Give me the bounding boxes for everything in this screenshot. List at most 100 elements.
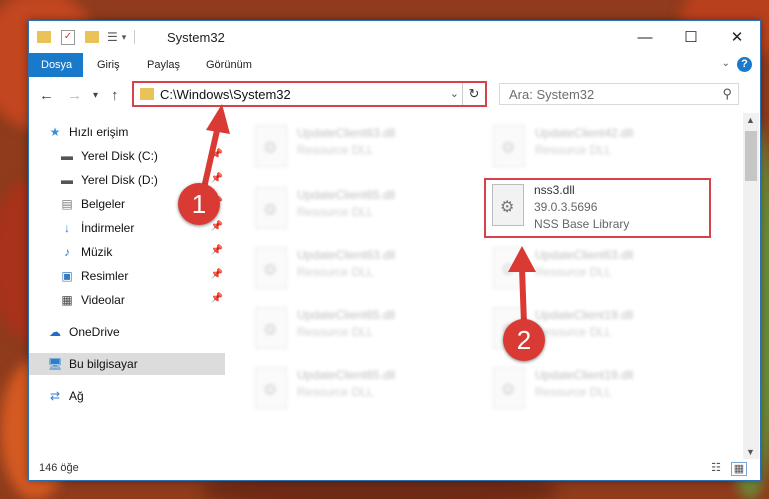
scroll-up-icon[interactable]: ▲	[746, 115, 755, 125]
nav-item-quick-access[interactable]: ★ Hızlı erişim	[29, 121, 225, 143]
document-icon: ▤	[61, 197, 73, 211]
nav-item-label: Hızlı erişim	[69, 125, 129, 139]
file-name: UpdateClient65.dll	[297, 188, 396, 202]
file-name: UpdateClient63.dll	[297, 248, 396, 262]
dll-file-icon	[493, 367, 525, 409]
folder-icon[interactable]	[37, 31, 51, 43]
file-item[interactable]: UpdateClient63.dll Resource DLL	[481, 241, 706, 297]
highlighted-file-nss3[interactable]: nss3.dll 39.0.3.5696 NSS Base Library	[484, 178, 711, 238]
minimize-button[interactable]: —	[622, 21, 668, 53]
drive-icon: ▬	[61, 173, 73, 187]
picture-icon: ▣	[61, 269, 73, 283]
dll-file-icon	[255, 187, 287, 229]
item-count: 146 öğe	[39, 462, 79, 474]
navigation-pane: ★ Hızlı erişim ▬ Yerel Disk (C:) 📌 ▬ Yer…	[29, 113, 225, 463]
back-arrow-icon[interactable]: ←	[39, 87, 54, 104]
step-1-badge: 1	[178, 183, 220, 225]
file-item[interactable]: UpdateClient42.dll Resource DLL	[481, 119, 706, 175]
recent-locations-icon[interactable]: ▾	[93, 90, 98, 101]
search-placeholder: Ara: System32	[509, 87, 595, 102]
new-folder-icon[interactable]	[85, 31, 99, 43]
properties-icon[interactable]: ✓	[61, 29, 75, 45]
file-list: UpdateClient63.dll Resource DLL UpdateCl…	[235, 113, 743, 459]
nav-item-label: Yerel Disk (C:)	[81, 149, 158, 163]
maximize-button[interactable]: ☐	[668, 21, 714, 53]
file-description: Resource DLL	[297, 325, 374, 339]
file-description: Resource DLL	[535, 325, 612, 339]
customize-dropdown-icon[interactable]: ▾	[122, 32, 127, 43]
search-icon[interactable]: ⚲	[722, 86, 732, 102]
video-icon: ▦	[61, 293, 73, 307]
nav-item-label: Yerel Disk (D:)	[81, 173, 158, 187]
nav-item-videos[interactable]: ▦ Videolar 📌	[29, 289, 225, 311]
pin-icon: 📌	[210, 293, 223, 304]
dll-file-icon	[493, 247, 525, 289]
file-description: Resource DLL	[297, 385, 374, 399]
computer-icon: 🖥	[47, 357, 63, 371]
details-view-icon[interactable]: ☷	[709, 462, 723, 474]
close-button[interactable]: ✕	[714, 21, 760, 53]
file-description: Resource DLL	[535, 265, 612, 279]
step-2-badge: 2	[503, 319, 545, 361]
dll-file-icon	[255, 125, 287, 167]
tab-home[interactable]: Giriş	[85, 53, 132, 77]
nav-item-this-pc[interactable]: 🖥 Bu bilgisayar	[29, 353, 225, 375]
dll-file-icon	[255, 247, 287, 289]
ribbon-expand-icon[interactable]: ⌄	[722, 58, 730, 69]
quick-access-toolbar: ✓ ☰ ▾	[37, 29, 136, 45]
file-item[interactable]: UpdateClient65.dll Resource DLL	[243, 181, 468, 237]
separator	[134, 30, 136, 44]
nav-item-drive-c[interactable]: ▬ Yerel Disk (C:) 📌	[29, 145, 225, 167]
up-arrow-icon[interactable]: ↑	[111, 87, 119, 104]
file-item[interactable]: UpdateClient65.dll Resource DLL	[243, 301, 468, 357]
dll-file-icon	[255, 307, 287, 349]
file-item[interactable]: UpdateClient63.dll Resource DLL	[243, 241, 468, 297]
refresh-icon[interactable]: ↻	[462, 83, 485, 105]
scroll-down-icon[interactable]: ▼	[746, 447, 755, 457]
tab-share[interactable]: Paylaş	[135, 53, 192, 77]
file-item[interactable]: UpdateClient63.dll Resource DLL	[243, 119, 468, 175]
pin-icon: 📌	[210, 269, 223, 280]
address-dropdown-icon[interactable]: ⌄	[450, 87, 459, 100]
network-icon: ⇄	[49, 389, 61, 403]
file-description: Resource DLL	[535, 385, 612, 399]
nav-item-onedrive[interactable]: ☁ OneDrive	[29, 321, 225, 343]
file-item[interactable]: UpdateClient19.dll Resource DLL	[481, 361, 706, 417]
tiles-view-icon[interactable]: ▦	[731, 462, 747, 476]
file-version: 39.0.3.5696	[534, 200, 598, 214]
help-icon[interactable]: ?	[737, 57, 752, 72]
nav-item-music[interactable]: ♪ Müzik 📌	[29, 241, 225, 263]
file-name: UpdateClient63.dll	[535, 248, 634, 262]
file-name: UpdateClient19.dll	[535, 308, 634, 322]
dll-file-icon	[255, 367, 287, 409]
tab-file[interactable]: Dosya	[29, 53, 83, 77]
address-bar[interactable]: C:\Windows\System32 ⌄ ↻	[132, 81, 487, 107]
file-item[interactable]: UpdateClient65.dll Resource DLL	[243, 361, 468, 417]
dll-file-icon	[493, 125, 525, 167]
nav-item-label: Ağ	[69, 389, 84, 403]
tab-view[interactable]: Görünüm	[194, 53, 264, 77]
file-explorer-window: ✓ ☰ ▾ System32 — ☐ ✕ Dosya Giriş Paylaş …	[28, 20, 761, 481]
file-description: Resource DLL	[297, 205, 374, 219]
file-description: Resource DLL	[297, 265, 374, 279]
ribbon-tabs: Dosya Giriş Paylaş Görünüm ? ⌄	[29, 53, 760, 78]
file-name: UpdateClient65.dll	[297, 308, 396, 322]
list-view-icon[interactable]: ☰	[107, 30, 118, 44]
vertical-scrollbar[interactable]: ▲ ▼	[743, 113, 759, 459]
search-input[interactable]: Ara: System32 ⚲	[499, 83, 739, 105]
file-name: nss3.dll	[534, 183, 575, 197]
nav-item-pictures[interactable]: ▣ Resimler 📌	[29, 265, 225, 287]
nav-item-label: Müzik	[81, 245, 113, 259]
navigation-bar: ← → ▾ ↑ C:\Windows\System32 ⌄ ↻ Ara: Sys…	[29, 77, 760, 113]
drive-icon: ▬	[61, 149, 73, 163]
window-title: System32	[167, 30, 225, 45]
forward-arrow-icon[interactable]: →	[67, 87, 82, 104]
nav-item-network[interactable]: ⇄ Ağ	[29, 385, 225, 407]
file-name: UpdateClient42.dll	[535, 126, 634, 140]
scrollbar-thumb[interactable]	[745, 131, 757, 181]
file-description: NSS Base Library	[534, 217, 630, 231]
status-bar: 146 öğe ☷ ▦	[29, 459, 760, 480]
address-path[interactable]: C:\Windows\System32	[160, 87, 291, 102]
star-icon: ★	[49, 125, 61, 139]
file-name: UpdateClient63.dll	[297, 126, 396, 140]
